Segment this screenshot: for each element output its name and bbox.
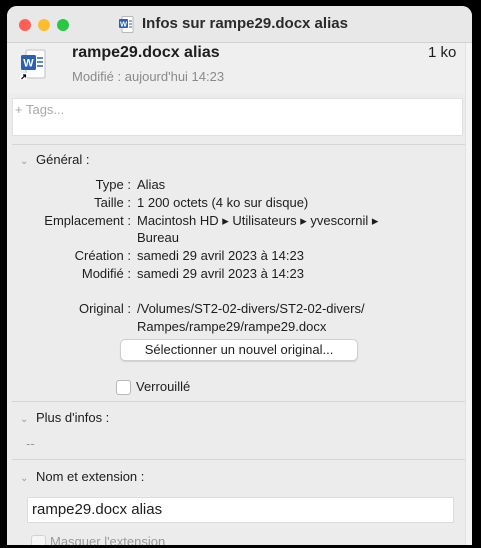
- close-button[interactable]: [19, 19, 31, 31]
- modified-label: Modifié :: [81, 266, 131, 281]
- chevron-down-icon: ⌄: [20, 414, 29, 425]
- section-general-toggle[interactable]: ⌄ Général :: [20, 152, 89, 167]
- chevron-down-icon: ⌄: [20, 473, 29, 484]
- divider: [12, 401, 465, 402]
- name-extension-field[interactable]: rampe29.docx alias: [27, 497, 454, 523]
- locked-checkbox[interactable]: [116, 380, 131, 395]
- svg-text:W: W: [120, 20, 128, 29]
- name-extension-value: rampe29.docx alias: [32, 501, 163, 518]
- section-more-info-heading: Plus d'infos :: [36, 410, 110, 425]
- hide-extension-checkbox[interactable]: [31, 535, 46, 545]
- section-name-extension-toggle[interactable]: ⌄ Nom et extension :: [20, 469, 144, 484]
- location-value: Macintosh HD ▸ Utilisateurs ▸ yvescornil…: [137, 213, 379, 228]
- info-content: W rampe29.docx alias 1 ko Modifié : aujo…: [7, 43, 472, 545]
- svg-text:W: W: [23, 58, 34, 70]
- alias-arrow-icon: [20, 73, 27, 80]
- file-size: 1 ko: [428, 44, 457, 61]
- tags-input[interactable]: + Tags...: [12, 98, 463, 136]
- original-label: Original :: [78, 301, 131, 316]
- zoom-button[interactable]: [57, 19, 69, 31]
- file-name: rampe29.docx alias: [72, 44, 220, 61]
- minimize-button[interactable]: [38, 19, 50, 31]
- original-path-line2: Rampes/rampe29/rampe29.docx: [137, 319, 327, 334]
- location-label: Emplacement :: [44, 213, 131, 228]
- divider: [12, 144, 465, 145]
- size-value: 1 200 octets (4 ko sur disque): [137, 195, 309, 210]
- type-value: Alias: [137, 177, 166, 192]
- file-modified-date: Modifié : aujourd'hui 14:23: [72, 69, 225, 84]
- select-new-original-button[interactable]: Sélectionner un nouvel original...: [120, 339, 358, 361]
- chevron-down-icon: ⌄: [20, 156, 29, 167]
- scrollbar[interactable]: [465, 43, 472, 545]
- modified-value: samedi 29 avril 2023 à 14:23: [137, 266, 304, 281]
- locked-label: Verrouillé: [136, 379, 191, 394]
- type-label: Type :: [95, 177, 131, 192]
- title-bar[interactable]: W Infos sur rampe29.docx alias: [7, 6, 472, 43]
- file-header: W rampe29.docx alias 1 ko Modifié : aujo…: [7, 43, 465, 93]
- word-document-icon: W: [20, 49, 46, 80]
- window-title: Infos sur rampe29.docx alias: [142, 15, 348, 32]
- more-info-value: --: [26, 436, 35, 451]
- created-value: samedi 29 avril 2023 à 14:23: [137, 248, 304, 263]
- info-window: W Infos sur rampe29.docx alias W rampe29…: [7, 6, 472, 545]
- hide-extension-label: Masquer l'extension: [50, 534, 166, 545]
- section-more-info-toggle[interactable]: ⌄ Plus d'infos :: [20, 410, 109, 425]
- section-name-extension-heading: Nom et extension :: [36, 469, 145, 484]
- tags-placeholder: + Tags...: [15, 102, 65, 117]
- created-label: Création :: [74, 248, 131, 263]
- size-label: Taille :: [94, 195, 131, 210]
- word-document-icon: W: [119, 16, 134, 33]
- divider: [12, 459, 465, 460]
- original-path: /Volumes/ST2-02-divers/ST2-02-divers/: [137, 301, 365, 316]
- section-general-heading: Général :: [36, 152, 90, 167]
- location-value-line2: Bureau: [137, 230, 179, 245]
